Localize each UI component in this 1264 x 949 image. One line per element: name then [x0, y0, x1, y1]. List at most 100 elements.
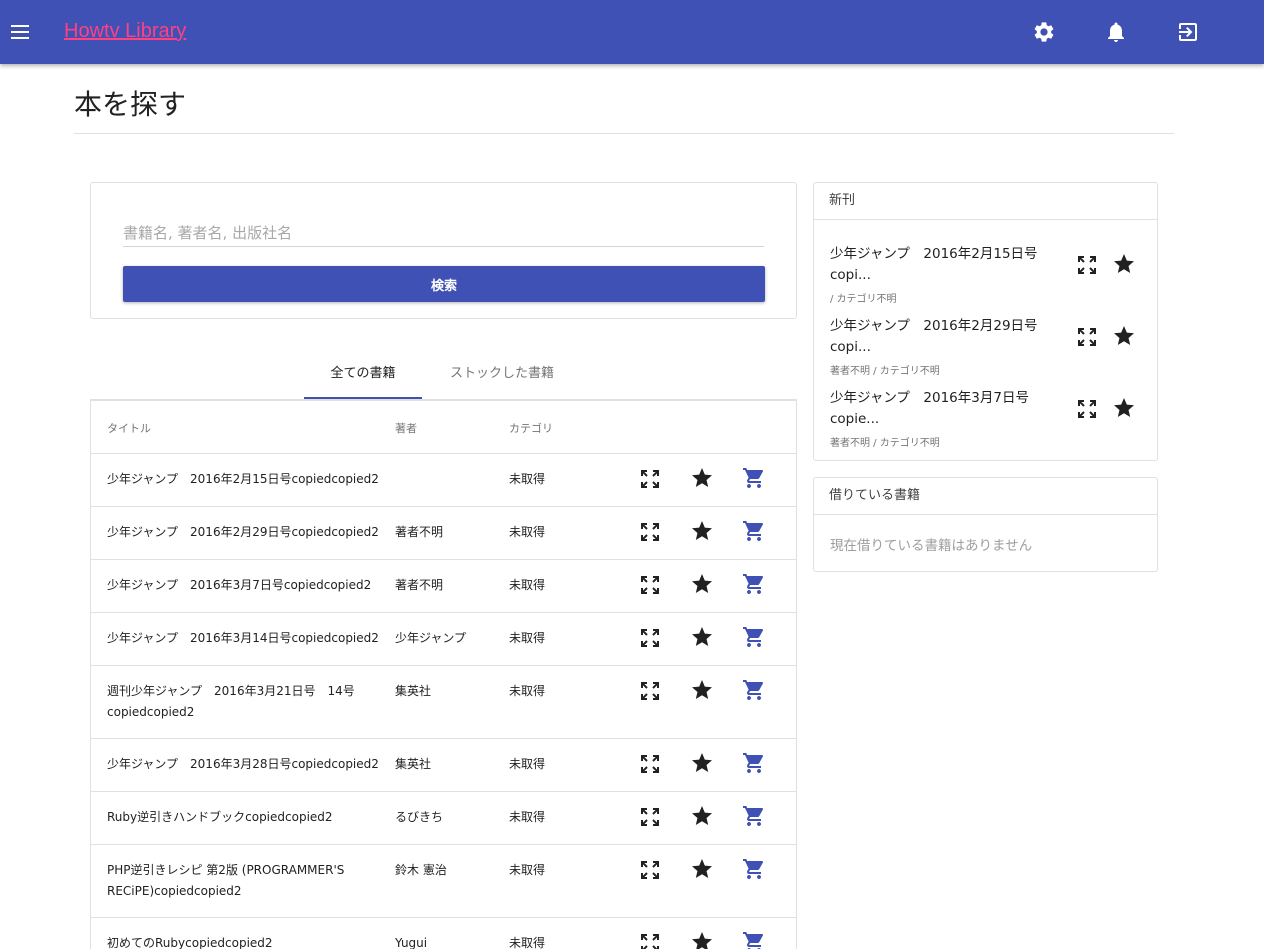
star-icon[interactable] [690, 930, 714, 949]
fullscreen-icon[interactable] [1075, 325, 1099, 349]
fullscreen-icon[interactable] [638, 752, 662, 776]
table-row[interactable]: 少年ジャンプ 2016年2月29日号copiedcopied2 著者不明 未取得 [91, 507, 796, 560]
book-title[interactable]: 少年ジャンプ 2016年2月29日号copiedcopied2 [107, 522, 387, 543]
fullscreen-icon[interactable] [638, 573, 662, 597]
new-book-title[interactable]: 少年ジャンプ 2016年2月29日号 copi... [830, 316, 1055, 358]
star-icon[interactable] [1112, 396, 1136, 420]
exit-icon[interactable] [1176, 20, 1200, 44]
book-title[interactable]: 初めてのRubycopiedcopied2 [107, 933, 387, 949]
table-row[interactable]: 少年ジャンプ 2016年3月7日号copiedcopied2 著者不明 未取得 [91, 560, 796, 613]
book-category: 未取得 [509, 810, 546, 824]
star-icon[interactable] [690, 572, 714, 596]
book-category: 未取得 [509, 525, 546, 539]
header-category: カテゴリ [509, 422, 553, 435]
book-author: 集英社 [395, 757, 432, 771]
borrowed-empty-text: 現在借りている書籍はありません [830, 538, 1033, 554]
book-title[interactable]: 少年ジャンプ 2016年2月15日号copiedcopied2 [107, 469, 387, 490]
book-category: 未取得 [509, 936, 546, 949]
book-author: 集英社 [395, 684, 432, 698]
book-category: 未取得 [509, 578, 546, 592]
page-divider [74, 133, 1174, 134]
table-row[interactable]: PHP逆引きレシピ 第2版 (PROGRAMMER'S RECiPE)copie… [91, 845, 796, 918]
borrowed-books-card: 借りている書籍 現在借りている書籍はありません [813, 477, 1158, 572]
star-icon[interactable] [1112, 324, 1136, 348]
fullscreen-icon[interactable] [638, 858, 662, 882]
cart-icon[interactable] [742, 751, 766, 775]
star-icon[interactable] [690, 751, 714, 775]
star-icon[interactable] [690, 625, 714, 649]
book-title[interactable]: 少年ジャンプ 2016年3月7日号copiedcopied2 [107, 575, 387, 596]
cart-icon[interactable] [742, 930, 766, 949]
cart-icon[interactable] [742, 519, 766, 543]
table-row[interactable]: 少年ジャンプ 2016年3月14日号copiedcopied2 少年ジャンプ 未取得 [91, 613, 796, 666]
fullscreen-icon[interactable] [638, 520, 662, 544]
header-title: タイトル [107, 422, 151, 435]
new-book-title[interactable]: 少年ジャンプ 2016年3月7日号 copie... [830, 388, 1055, 430]
book-author: Yugui [395, 936, 428, 949]
new-book-meta: / カテゴリ不明 [830, 294, 897, 305]
book-author: るびきち [395, 810, 444, 824]
table-row[interactable]: 週刊少年ジャンプ 2016年3月21日号 14号copiedcopied2 集英社… [91, 666, 796, 739]
book-title[interactable]: PHP逆引きレシピ 第2版 (PROGRAMMER'S RECiPE)copie… [107, 860, 387, 902]
star-icon[interactable] [1112, 252, 1136, 276]
book-title[interactable]: Ruby逆引きハンドブックcopiedcopied2 [107, 807, 387, 828]
fullscreen-icon[interactable] [638, 626, 662, 650]
book-category: 未取得 [509, 472, 546, 486]
cart-icon[interactable] [742, 572, 766, 596]
borrowed-books-heading: 借りている書籍 [814, 478, 1157, 515]
table-row[interactable]: 初めてのRubycopiedcopied2 Yugui 未取得 [91, 918, 796, 949]
star-icon[interactable] [690, 519, 714, 543]
new-books-card: 新刊 少年ジャンプ 2016年2月15日号 copi... / カテゴリ不明 少年ジ… [813, 182, 1158, 461]
new-book-meta: 著者不明 / カテゴリ不明 [830, 366, 940, 377]
book-category: 未取得 [509, 863, 546, 877]
book-title[interactable]: 少年ジャンプ 2016年3月14日号copiedcopied2 [107, 628, 387, 649]
app-title-link[interactable]: Howtv Library [64, 19, 186, 43]
app-bar: Howtv Library [0, 0, 1264, 64]
fullscreen-icon[interactable] [638, 805, 662, 829]
tab-all-books[interactable]: 全ての書籍 [304, 360, 422, 399]
books-table: タイトル 著者 カテゴリ 少年ジャンプ 2016年2月15日号copiedcop… [90, 399, 797, 949]
book-author: 少年ジャンプ [395, 631, 467, 645]
table-header: タイトル 著者 カテゴリ [91, 401, 796, 454]
new-book-item[interactable]: 少年ジャンプ 2016年2月29日号 copi... 著者不明 / カテゴリ不明 [830, 316, 1150, 377]
table-row[interactable]: 少年ジャンプ 2016年2月15日号copiedcopied2 未取得 [91, 454, 796, 507]
new-book-title[interactable]: 少年ジャンプ 2016年2月15日号 copi... [830, 244, 1055, 286]
new-book-item[interactable]: 少年ジャンプ 2016年3月7日号 copie... 著者不明 / カテゴリ不明 [830, 388, 1150, 449]
fullscreen-icon[interactable] [1075, 397, 1099, 421]
gear-icon[interactable] [1032, 20, 1056, 44]
menu-icon[interactable] [6, 18, 34, 46]
new-book-item[interactable]: 少年ジャンプ 2016年2月15日号 copi... / カテゴリ不明 [830, 244, 1150, 305]
page-title: 本を探す [74, 88, 187, 121]
bell-icon[interactable] [1104, 20, 1128, 44]
search-card: 検索 [90, 182, 797, 319]
header-author: 著者 [395, 422, 417, 435]
fullscreen-icon[interactable] [638, 931, 662, 949]
cart-icon[interactable] [742, 804, 766, 828]
search-input[interactable] [123, 219, 764, 247]
book-category: 未取得 [509, 684, 546, 698]
star-icon[interactable] [690, 678, 714, 702]
cart-icon[interactable] [742, 678, 766, 702]
cart-icon[interactable] [742, 625, 766, 649]
star-icon[interactable] [690, 857, 714, 881]
book-author: 著者不明 [395, 525, 444, 539]
book-author: 著者不明 [395, 578, 444, 592]
search-button[interactable]: 検索 [123, 266, 765, 302]
table-row[interactable]: Ruby逆引きハンドブックcopiedcopied2 るびきち 未取得 [91, 792, 796, 845]
new-book-meta: 著者不明 / カテゴリ不明 [830, 438, 940, 449]
new-books-heading: 新刊 [814, 183, 1157, 220]
table-row[interactable]: 少年ジャンプ 2016年3月28日号copiedcopied2 集英社 未取得 [91, 739, 796, 792]
fullscreen-icon[interactable] [638, 467, 662, 491]
fullscreen-icon[interactable] [638, 679, 662, 703]
book-category: 未取得 [509, 757, 546, 771]
book-author: 鈴木 憲治 [395, 863, 447, 877]
cart-icon[interactable] [742, 466, 766, 490]
fullscreen-icon[interactable] [1075, 253, 1099, 277]
star-icon[interactable] [690, 804, 714, 828]
tab-stocked-books[interactable]: ストックした書籍 [432, 360, 572, 399]
cart-icon[interactable] [742, 857, 766, 881]
book-category: 未取得 [509, 631, 546, 645]
book-title[interactable]: 週刊少年ジャンプ 2016年3月21日号 14号copiedcopied2 [107, 681, 387, 723]
star-icon[interactable] [690, 466, 714, 490]
book-title[interactable]: 少年ジャンプ 2016年3月28日号copiedcopied2 [107, 754, 387, 775]
